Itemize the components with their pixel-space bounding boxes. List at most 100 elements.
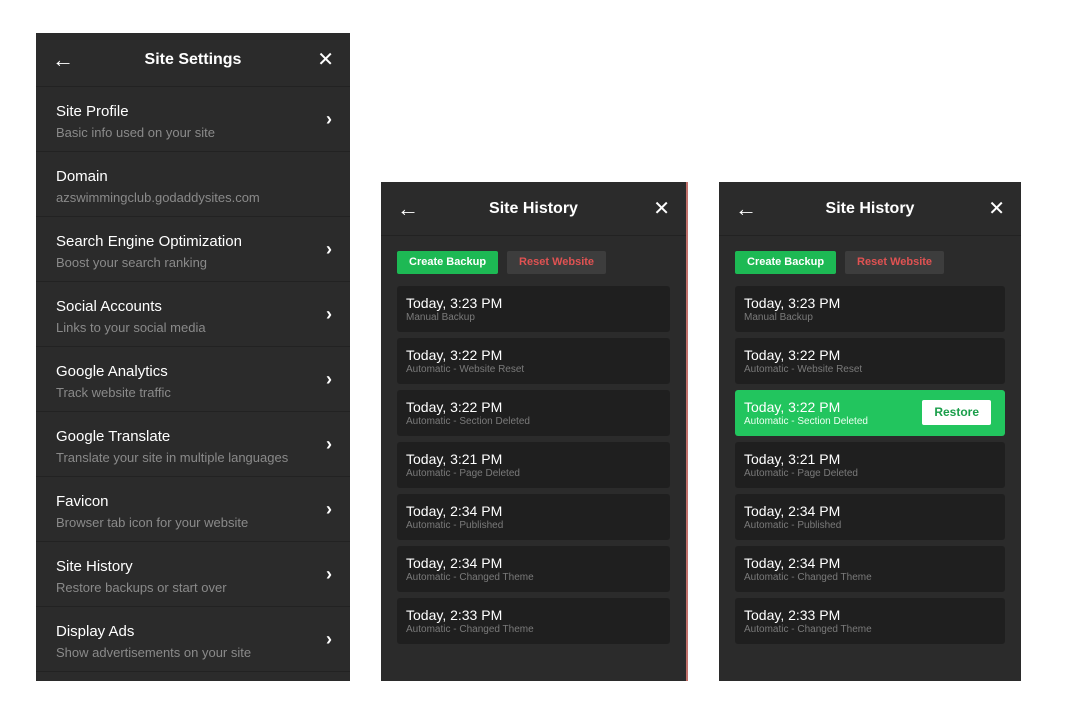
history-entry-time: Today, 3:22 PM [406, 347, 503, 363]
settings-list: Site Profile Basic info used on your site… [36, 87, 350, 672]
history-entry-desc: Automatic - Published [406, 520, 504, 531]
history-entry-desc: Automatic - Changed Theme [406, 624, 534, 635]
history-entry-desc: Automatic - Page Deleted [406, 468, 520, 479]
history-entry-desc: Automatic - Changed Theme [744, 572, 872, 583]
history-entry[interactable]: Today, 3:21 PM Automatic - Page Deleted [397, 442, 670, 488]
settings-item-subtitle: Browser tab icon for your website [56, 515, 249, 530]
back-arrow-icon[interactable]: ← [397, 197, 419, 220]
history-header: ← Site History ✕ [381, 182, 686, 236]
settings-item-title: Favicon [56, 493, 109, 510]
history-entry[interactable]: Today, 2:34 PM Automatic - Changed Theme [397, 546, 670, 592]
site-history-panel: ← Site History ✕ Create Backup Reset Web… [381, 182, 686, 681]
site-history-panel-selected: ← Site History ✕ Create Backup Reset Web… [719, 182, 1021, 681]
back-arrow-icon[interactable]: ← [735, 197, 757, 220]
settings-item-title: Domain [56, 168, 108, 185]
settings-item[interactable]: Google Translate Translate your site in m… [36, 412, 350, 477]
settings-item-subtitle: Basic info used on your site [56, 125, 215, 140]
back-arrow-icon[interactable]: ← [52, 48, 74, 71]
history-entry-time: Today, 2:34 PM [406, 555, 503, 571]
history-entry-time: Today, 3:23 PM [744, 295, 841, 311]
settings-header: ← Site Settings ✕ [36, 33, 350, 87]
settings-item[interactable]: Social Accounts Links to your social medi… [36, 282, 350, 347]
history-entry[interactable]: Today, 3:23 PM Manual Backup [397, 286, 670, 332]
settings-item[interactable]: Site Profile Basic info used on your site… [36, 87, 350, 152]
history-entry-desc: Automatic - Website Reset [406, 364, 525, 375]
settings-item[interactable]: Display Ads Show advertisements on your s… [36, 607, 350, 672]
settings-item[interactable]: Site History Restore backups or start ove… [36, 542, 350, 607]
settings-item-subtitle: Translate your site in multiple language… [56, 450, 289, 465]
settings-item-subtitle: Show advertisements on your site [56, 645, 252, 660]
history-title: Site History [825, 199, 915, 217]
chevron-right-icon: › [326, 109, 332, 129]
history-actions: Create Backup Reset Website [719, 236, 1021, 286]
restore-button[interactable]: Restore [922, 400, 991, 425]
settings-item-title: Display Ads [56, 623, 135, 640]
history-entry-time: Today, 3:22 PM [406, 399, 503, 415]
settings-item[interactable]: Search Engine Optimization Boost your sea… [36, 217, 350, 282]
history-entry-time: Today, 2:33 PM [744, 607, 841, 623]
history-entry[interactable]: Today, 2:33 PM Automatic - Changed Theme [397, 598, 670, 644]
chevron-right-icon: › [326, 434, 332, 454]
close-icon[interactable]: ✕ [653, 199, 670, 219]
history-entry-time: Today, 2:34 PM [406, 503, 503, 519]
chevron-right-icon: › [326, 629, 332, 649]
chevron-right-icon: › [326, 499, 332, 519]
history-entry-time: Today, 3:21 PM [744, 451, 841, 467]
history-entry-time: Today, 3:22 PM [744, 399, 841, 415]
history-header: ← Site History ✕ [719, 182, 1021, 236]
history-entry[interactable]: Today, 2:34 PM Automatic - Published [735, 494, 1005, 540]
history-entry-desc: Automatic - Changed Theme [406, 572, 534, 583]
history-entry-time: Today, 3:22 PM [744, 347, 841, 363]
history-entry-time: Today, 3:21 PM [406, 451, 503, 467]
reset-website-button[interactable]: Reset Website [507, 251, 607, 274]
history-entry[interactable]: Today, 3:22 PM Automatic - Website Reset [397, 338, 670, 384]
history-entry[interactable]: Today, 2:34 PM Automatic - Changed Theme [735, 546, 1005, 592]
history-entry[interactable]: Today, 3:21 PM Automatic - Page Deleted [735, 442, 1005, 488]
history-entry[interactable]: Today, 3:22 PM Automatic - Section Delete… [735, 390, 1005, 436]
create-backup-button[interactable]: Create Backup [397, 251, 499, 274]
history-entry-desc: Automatic - Section Deleted [406, 416, 530, 427]
settings-item-subtitle: Links to your social media [56, 320, 206, 335]
settings-item-title: Site History [56, 558, 133, 575]
history-entry-desc: Automatic - Section Deleted [744, 416, 868, 427]
settings-item-subtitle: Boost your search ranking [56, 255, 208, 270]
history-entry-time: Today, 2:34 PM [744, 555, 841, 571]
chevron-right-icon: › [326, 369, 332, 389]
close-icon[interactable]: ✕ [317, 50, 334, 70]
history-entry-desc: Manual Backup [744, 312, 813, 323]
history-list: Today, 3:23 PM Manual Backup Today, 3:22 P… [381, 286, 686, 644]
settings-item-subtitle: azswimmingclub.godaddysites.com [56, 190, 260, 205]
history-entry-desc: Automatic - Published [744, 520, 842, 531]
settings-item-title: Site Profile [56, 103, 129, 120]
history-entry-desc: Manual Backup [406, 312, 475, 323]
history-entry[interactable]: Today, 3:22 PM Automatic - Section Delete… [397, 390, 670, 436]
settings-item[interactable]: Favicon Browser tab icon for your website… [36, 477, 350, 542]
settings-item[interactable]: Google Analytics Track website traffic › [36, 347, 350, 412]
settings-item-title: Google Translate [56, 428, 171, 445]
settings-item[interactable]: Domain azswimmingclub.godaddysites.com [36, 152, 350, 217]
history-entry-desc: Automatic - Page Deleted [744, 468, 858, 479]
settings-item-subtitle: Track website traffic [56, 385, 171, 400]
history-entry[interactable]: Today, 2:34 PM Automatic - Published [397, 494, 670, 540]
chevron-right-icon: › [326, 564, 332, 584]
history-entry[interactable]: Today, 2:33 PM Automatic - Changed Theme [735, 598, 1005, 644]
close-icon[interactable]: ✕ [988, 199, 1005, 219]
settings-item-title: Search Engine Optimization [56, 233, 242, 250]
history-entry[interactable]: Today, 3:23 PM Manual Backup [735, 286, 1005, 332]
history-entry-time: Today, 3:23 PM [406, 295, 503, 311]
site-settings-panel: ← Site Settings ✕ Site Profile Basic info… [36, 33, 350, 681]
history-entry-desc: Automatic - Website Reset [744, 364, 863, 375]
settings-title: Site Settings [144, 50, 242, 68]
settings-item-title: Social Accounts [56, 298, 162, 315]
history-entry-time: Today, 2:34 PM [744, 503, 841, 519]
history-title: Site History [489, 199, 578, 217]
history-list: Today, 3:23 PM Manual Backup Today, 3:22 P… [719, 286, 1021, 644]
chevron-right-icon: › [326, 239, 332, 259]
history-entry-time: Today, 2:33 PM [406, 607, 503, 623]
reset-website-button[interactable]: Reset Website [845, 251, 945, 274]
history-entry-desc: Automatic - Changed Theme [744, 624, 872, 635]
history-entry[interactable]: Today, 3:22 PM Automatic - Website Reset [735, 338, 1005, 384]
create-backup-button[interactable]: Create Backup [735, 251, 837, 274]
chevron-right-icon: › [326, 304, 332, 324]
settings-item-title: Google Analytics [56, 363, 168, 380]
